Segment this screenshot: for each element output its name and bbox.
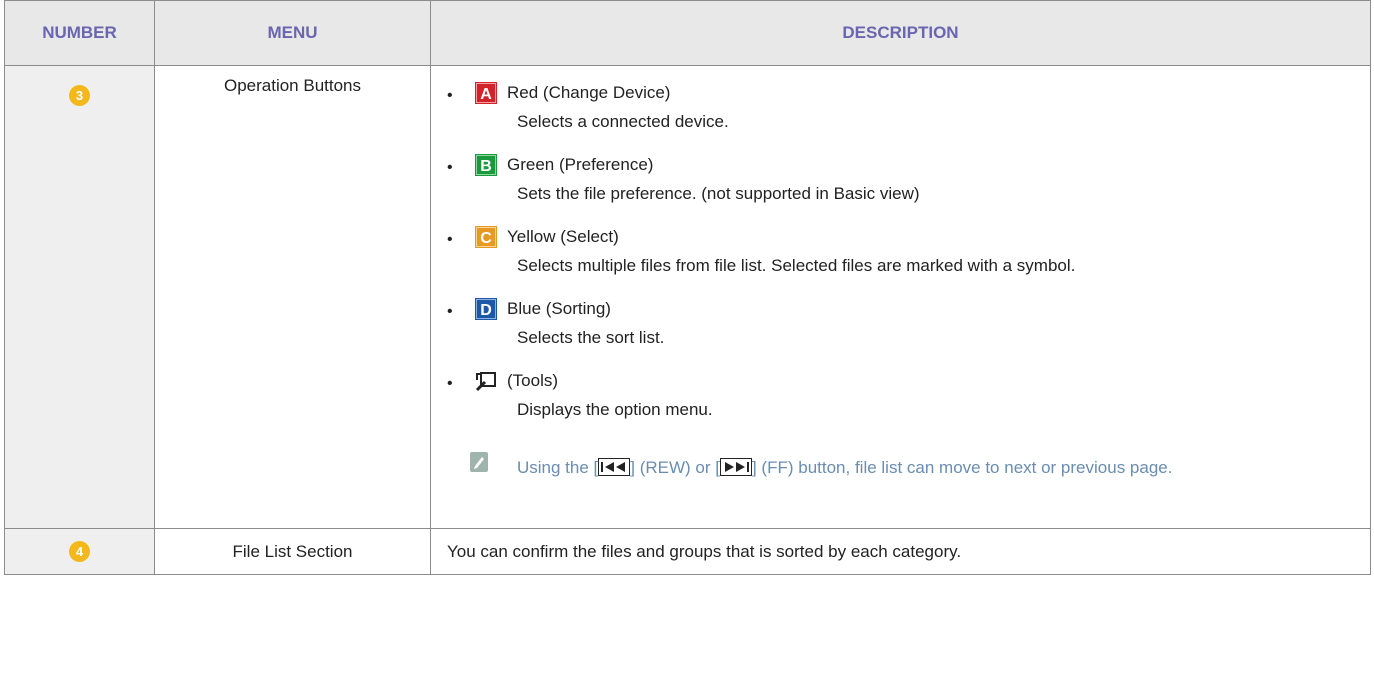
svg-text:C: C <box>480 230 492 247</box>
green-b-key-icon: B <box>475 154 497 176</box>
svg-text:B: B <box>480 158 492 175</box>
header-row: NUMBER MENU DESCRIPTION <box>4 0 1371 66</box>
note-text-part: Using the [ <box>517 458 599 477</box>
list-item: • (Tools) Displays the option menu. <box>431 370 1370 442</box>
note-text-part: ] (FF) button, file list can move to nex… <box>751 458 1173 477</box>
bullet: • <box>447 231 453 248</box>
description-table: NUMBER MENU DESCRIPTION 3 Operation Butt… <box>4 0 1371 575</box>
tools-key-icon <box>475 370 497 392</box>
item-title: Blue (Sorting) <box>507 299 611 318</box>
item-description: Selects a connected device. <box>517 112 729 131</box>
list-item: • A Red (Change Device) Selects a connec… <box>431 82 1370 154</box>
item-title: Green (Preference) <box>507 155 654 174</box>
menu-cell: File List Section <box>154 528 431 575</box>
table-row: 3 Operation Buttons • A Red (Change Devi… <box>4 65 1371 529</box>
fast-forward-key-icon <box>719 455 752 476</box>
list-item: • D Blue (Sorting) Selects the sort list… <box>431 298 1370 370</box>
item-title: Yellow (Select) <box>507 227 619 246</box>
description-cell: You can confirm the files and groups tha… <box>430 528 1371 575</box>
header-description: DESCRIPTION <box>430 0 1371 66</box>
header-number: NUMBER <box>4 0 155 66</box>
item-description: Displays the option menu. <box>517 400 713 419</box>
note-text-part: ] (REW) or [ <box>630 458 720 477</box>
number-cell: 4 <box>4 528 155 575</box>
note-text: Using the [ ] (REW) or [ ] (FF) button, fi… <box>517 452 1374 484</box>
item-description: Selects the sort list. <box>517 328 665 347</box>
number-badge: 3 <box>69 85 90 106</box>
number-cell: 3 <box>4 65 155 529</box>
list-item: • C Yellow (Select) Selects multiple fil… <box>431 226 1370 298</box>
item-title: Red (Change Device) <box>507 83 671 102</box>
bullet: • <box>447 303 453 320</box>
description-cell: • A Red (Change Device) Selects a connec… <box>430 65 1371 529</box>
note: Using the [ ] (REW) or [ ] (FF) button, fi… <box>431 452 1370 514</box>
table-row: 4 File List Section You can confirm the … <box>4 528 1371 575</box>
button-list: • A Red (Change Device) Selects a connec… <box>431 66 1370 528</box>
yellow-c-key-icon: C <box>475 226 497 248</box>
menu-label: Operation Buttons <box>223 76 362 95</box>
item-title: (Tools) <box>507 371 559 390</box>
header-menu: MENU <box>154 0 431 66</box>
bullet: • <box>447 87 453 104</box>
list-item: • B Green (Preference) Sets the file pre… <box>431 154 1370 226</box>
svg-text:A: A <box>480 86 492 103</box>
svg-text:D: D <box>480 302 492 319</box>
bullet: • <box>447 375 453 392</box>
rewind-key-icon <box>598 455 631 476</box>
menu-cell: Operation Buttons <box>154 65 431 529</box>
item-description: Selects multiple files from file list. S… <box>517 256 1076 275</box>
item-description: Sets the file preference. (not supported… <box>517 184 920 203</box>
note-pencil-icon <box>470 452 488 477</box>
blue-d-key-icon: D <box>475 298 497 320</box>
menu-label: File List Section <box>232 541 353 561</box>
bullet: • <box>447 159 453 176</box>
number-badge: 4 <box>69 541 90 562</box>
red-a-key-icon: A <box>475 82 497 104</box>
